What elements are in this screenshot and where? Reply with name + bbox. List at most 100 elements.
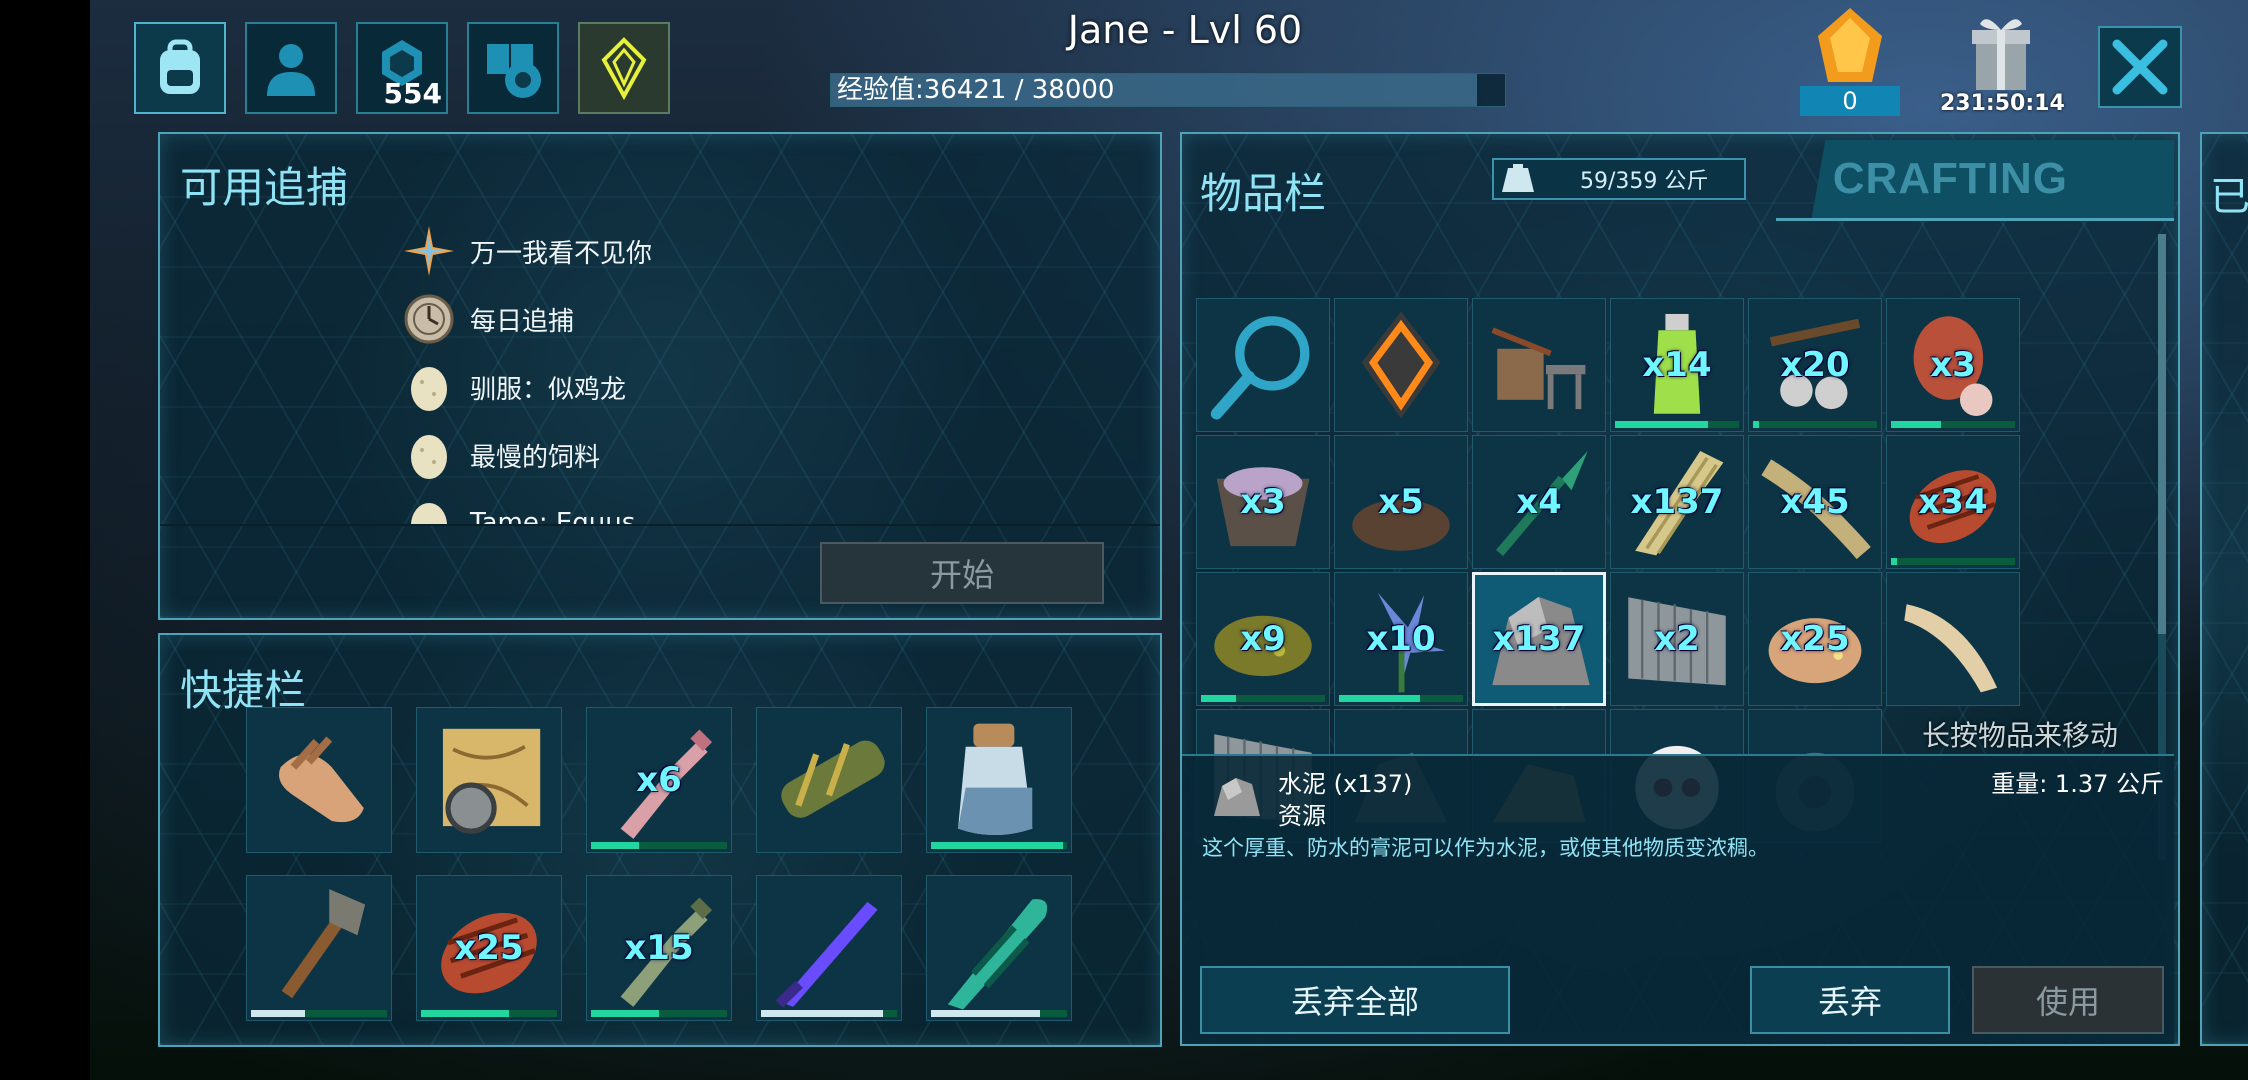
inventory-panel: 物品栏 59/359 公斤 CRAFTING x14 x20 x3 x3 x5 x4 x13… (1180, 132, 2180, 1046)
character-tab-button[interactable] (245, 22, 337, 114)
durability-fill (421, 1010, 510, 1017)
item-slot[interactable]: x45 (1748, 435, 1882, 569)
item-slot[interactable] (1472, 298, 1606, 432)
mission-label: 万一我看不见你 (470, 238, 653, 269)
green-blade-icon (947, 899, 1048, 1010)
durability-fill (1615, 421, 1708, 428)
mission-label: Tame: Equus (470, 508, 636, 524)
use-button[interactable]: 使用 (1972, 966, 2164, 1034)
durability-bar (1201, 695, 1325, 702)
item-quantity: x25 (1780, 619, 1850, 659)
mission-item[interactable]: 驯服：似鸡龙 (404, 362, 626, 412)
gift-icon (1972, 19, 2030, 90)
egg-icon (411, 435, 447, 479)
settings-icon (487, 44, 541, 98)
mission-item[interactable]: 最慢的饲料 (404, 430, 600, 480)
item-quantity: x20 (1780, 345, 1850, 385)
item-slot[interactable] (926, 707, 1072, 853)
engrams-tab-button[interactable]: 554 (356, 22, 448, 114)
item-slot[interactable]: x15 (586, 875, 732, 1021)
item-quantity: x9 (1240, 619, 1286, 659)
durability-bar (1891, 558, 2015, 565)
item-slot[interactable]: x3 (1196, 435, 1330, 569)
durability-bar (1753, 421, 1877, 428)
player-title: Jane - Lvl 60 (1067, 8, 1303, 52)
element-shard-icon (1818, 8, 1882, 82)
water-jar-icon (958, 723, 1033, 836)
item-slot[interactable]: x25 (416, 875, 562, 1021)
item-slot[interactable] (756, 875, 902, 1021)
durability-bar (1339, 695, 1463, 702)
durability-bar (591, 842, 727, 849)
durability-bar (761, 1010, 897, 1017)
drop-all-button[interactable]: 丢弃全部 (1200, 966, 1510, 1034)
item-slot[interactable]: x9 (1196, 572, 1330, 706)
daily-gift[interactable]: 231:50:14 (1940, 12, 2065, 116)
mission-item[interactable]: Tame: Equus (404, 498, 635, 524)
partial-right-panel: 已 (2200, 132, 2248, 1046)
inventory-title: 物品栏 (1200, 169, 1327, 218)
durability-bar (1891, 421, 2015, 428)
item-slot[interactable]: x4 (1472, 435, 1606, 569)
item-slot[interactable] (416, 707, 562, 853)
tek-tab-button[interactable] (578, 22, 670, 114)
item-slot[interactable]: x3 (1886, 298, 2020, 432)
item-description: 这个厚重、防水的膏泥可以作为水泥，或使其他物质变浓稠。 (1202, 836, 1769, 860)
missions-divider (160, 524, 1160, 526)
item-quantity: x4 (1516, 482, 1562, 522)
item-slot[interactable] (1886, 572, 2020, 706)
weight-label: 59/359 公斤 (1580, 169, 1709, 194)
horn-icon (1904, 604, 1998, 693)
item-slot[interactable]: x25 (1748, 572, 1882, 706)
durability-fill (1339, 695, 1420, 702)
mission-item[interactable]: 每日追捕 (404, 294, 574, 344)
item-slot[interactable] (926, 875, 1072, 1021)
item-quantity: x137 (1630, 482, 1724, 522)
inventory-tab-button[interactable] (134, 22, 226, 114)
item-slot[interactable]: x34 (1886, 435, 2020, 569)
cementing-paste-icon (1214, 778, 1260, 816)
item-slot[interactable]: x14 (1610, 298, 1744, 432)
scrollbar-thumb[interactable] (2158, 234, 2166, 634)
durability-bar (931, 842, 1067, 849)
item-quantity: x2 (1654, 619, 1700, 659)
drop-button[interactable]: 丢弃 (1750, 966, 1950, 1034)
item-slot[interactable] (1334, 298, 1468, 432)
item-slot[interactable]: x137 (1472, 572, 1606, 706)
durability-fill (1891, 558, 1898, 565)
item-slot[interactable] (246, 707, 392, 853)
item-slot[interactable]: x137 (1610, 435, 1744, 569)
item-slot[interactable]: x10 (1334, 572, 1468, 706)
item-slot[interactable]: x2 (1610, 572, 1744, 706)
item-weight: 重量: 1.37 公斤 (1991, 770, 2164, 798)
item-slot[interactable] (1196, 298, 1330, 432)
durability-fill (931, 842, 1063, 849)
item-slot[interactable] (756, 707, 902, 853)
item-slot[interactable]: x20 (1748, 298, 1882, 432)
item-slot[interactable]: x6 (586, 707, 732, 853)
mission-item[interactable]: 万一我看不见你 (404, 226, 652, 276)
element-count: 0 (1842, 87, 1858, 115)
durability-fill (1753, 421, 1760, 428)
durability-bar (1615, 421, 1739, 428)
item-category: 资源 (1278, 802, 1326, 830)
element-currency[interactable]: 0 (1800, 6, 1900, 116)
map-compass-icon (442, 728, 541, 834)
missions-panel: 可用追捕 万一我看不见你 每日追捕 驯服：似鸡龙 最慢的饲料 Tame: Equ… (158, 132, 1162, 620)
durability-bar (421, 1010, 557, 1017)
crafting-tab[interactable]: CRAFTING (1776, 140, 2174, 221)
item-quantity: x15 (624, 928, 694, 968)
start-mission-button[interactable]: 开始 (820, 542, 1104, 604)
settings-tab-button[interactable] (467, 22, 559, 114)
durability-fill (761, 1010, 884, 1017)
item-quantity: x14 (1642, 345, 1712, 385)
item-quantity: x3 (1930, 345, 1976, 385)
close-button[interactable] (2098, 26, 2182, 108)
item-name: 水泥 (x137) (1278, 770, 1413, 798)
item-slot[interactable]: x5 (1334, 435, 1468, 569)
mission-label: 驯服：似鸡龙 (470, 374, 627, 405)
crafting-tab-label: CRAFTING (1832, 154, 2068, 203)
item-slot[interactable] (246, 875, 392, 1021)
durability-fill (591, 842, 639, 849)
close-icon (2112, 39, 2168, 95)
